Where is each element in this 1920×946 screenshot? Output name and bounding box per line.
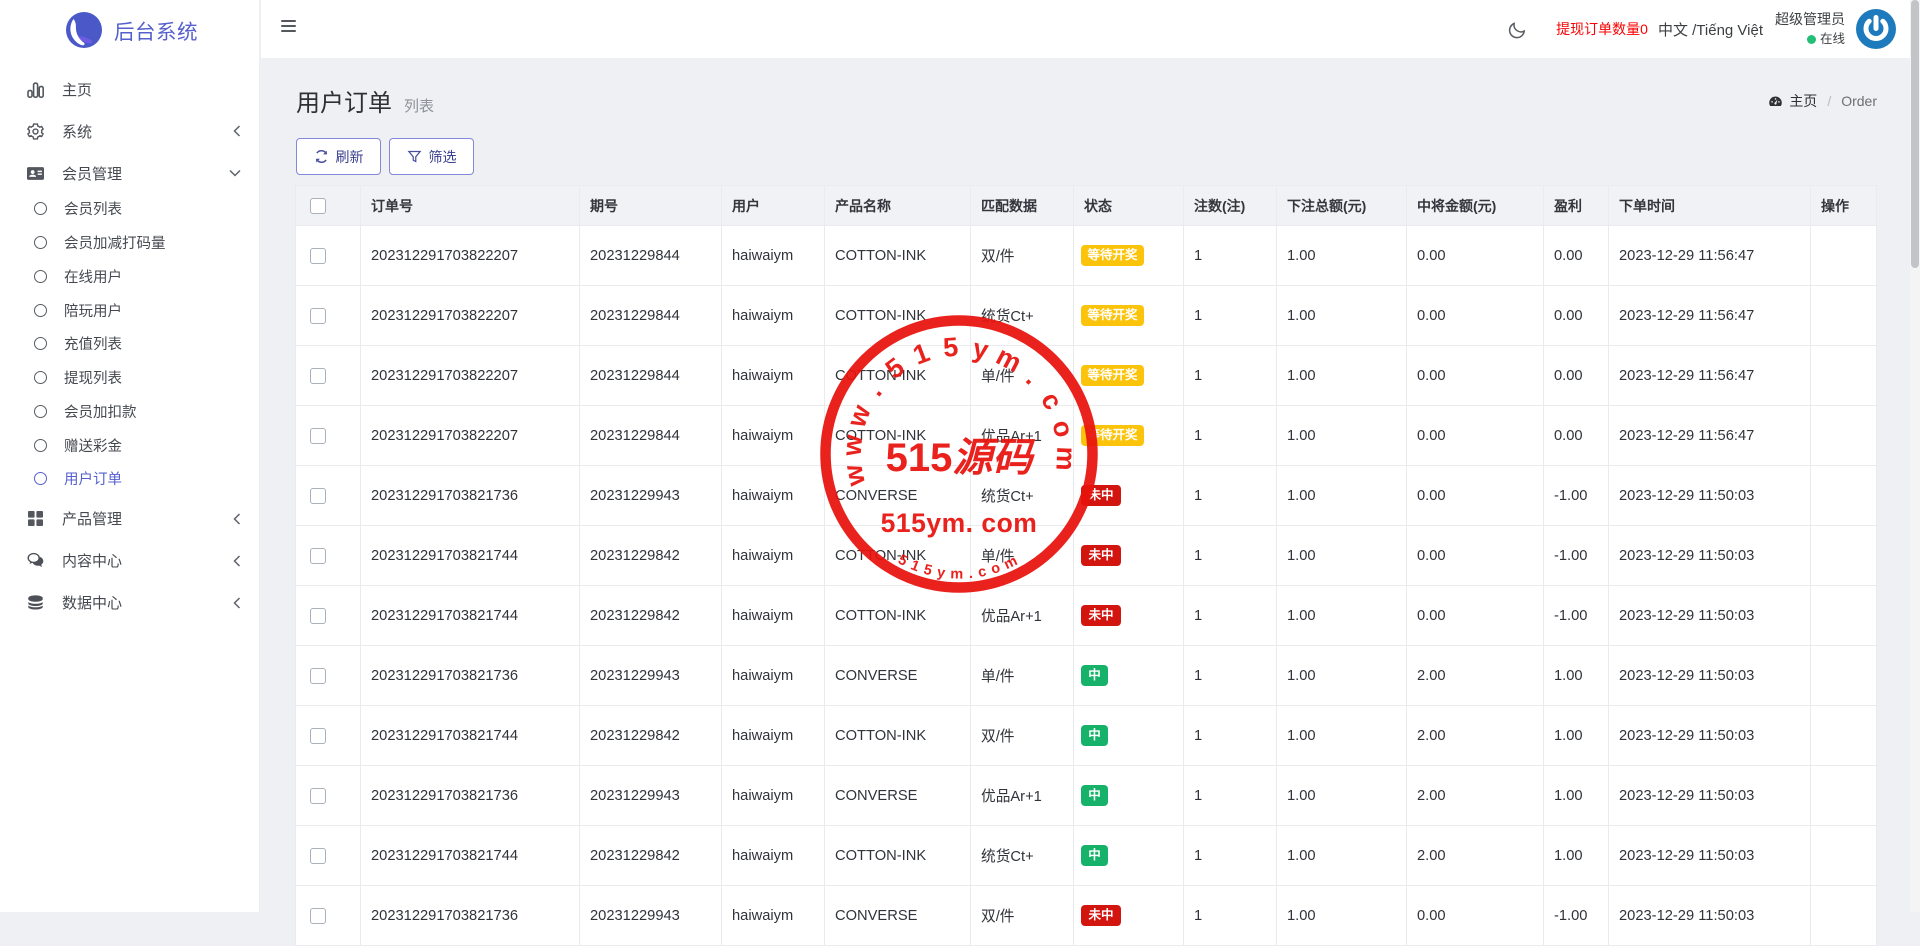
svg-text:515源码: 515源码 bbox=[886, 435, 1036, 480]
svg-text:y: y bbox=[970, 333, 991, 365]
svg-text:m: m bbox=[991, 340, 1026, 378]
svg-text:w: w bbox=[841, 400, 877, 432]
svg-text:m: m bbox=[1050, 446, 1081, 471]
svg-text:.: . bbox=[859, 378, 887, 402]
svg-text:515ym. com: 515ym. com bbox=[881, 508, 1038, 538]
svg-text:5: 5 bbox=[880, 352, 910, 385]
svg-text:1: 1 bbox=[909, 337, 934, 370]
svg-text:c: c bbox=[1035, 387, 1069, 415]
svg-text:o: o bbox=[1046, 417, 1079, 440]
svg-text:5: 5 bbox=[942, 332, 959, 363]
svg-text:w: w bbox=[837, 461, 871, 490]
svg-text:.: . bbox=[1020, 364, 1046, 391]
svg-text:w: w bbox=[836, 433, 868, 458]
